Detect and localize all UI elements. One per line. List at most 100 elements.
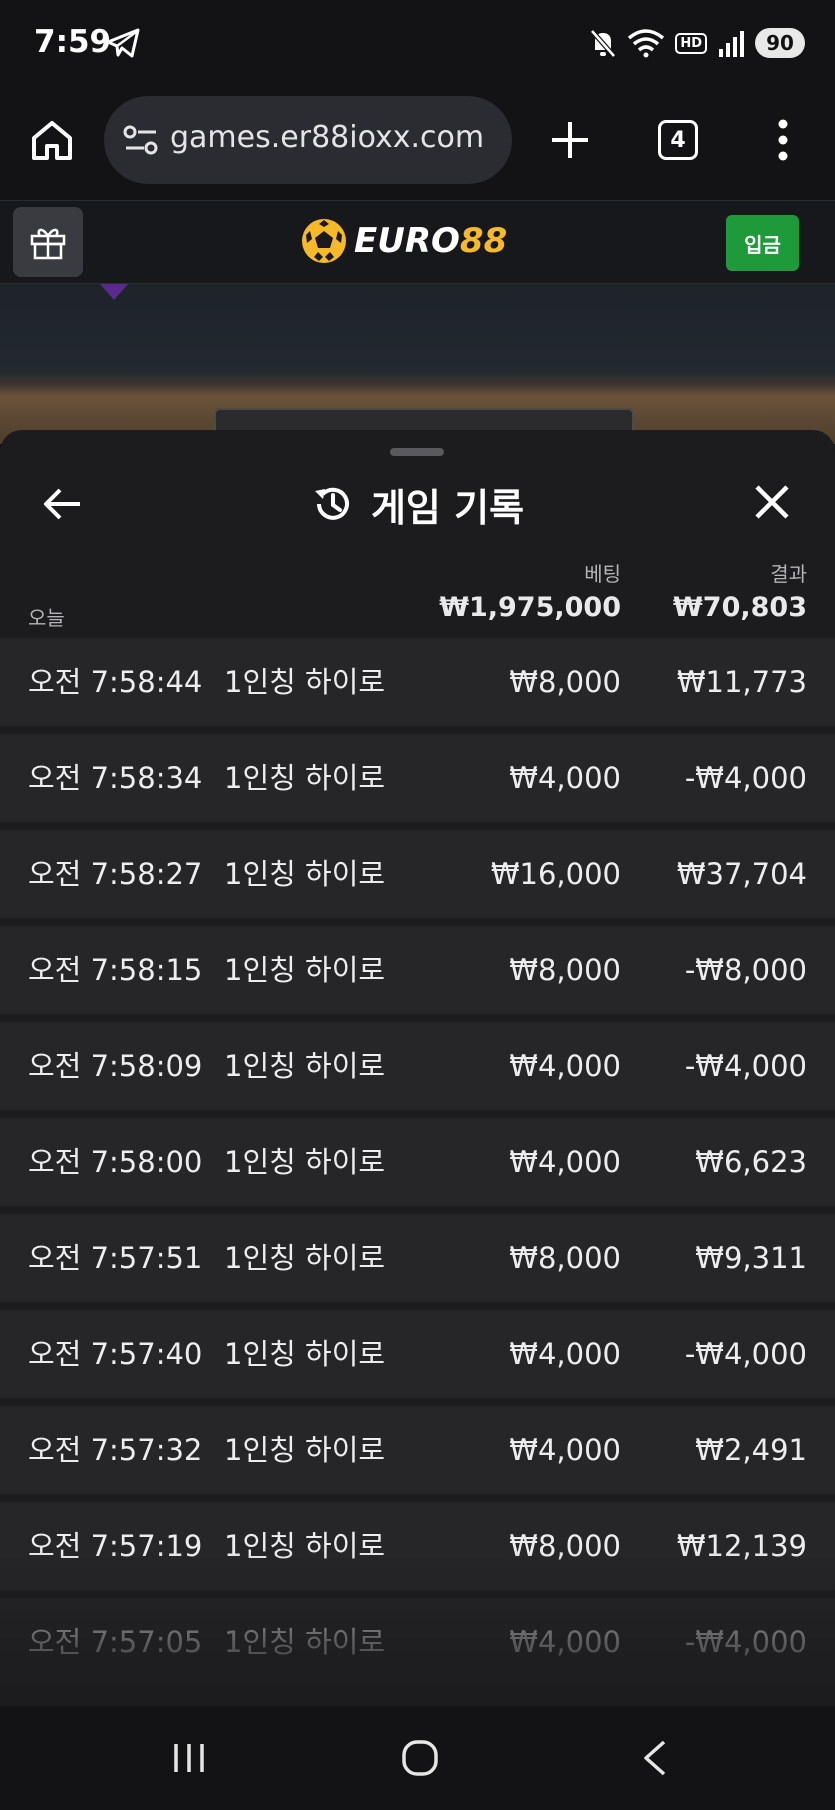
row-time: 오전 7:57:40: [28, 1337, 203, 1371]
column-label-result: 결과: [770, 562, 807, 586]
logo-text-euro: EURO: [354, 221, 460, 261]
row-time: 오전 7:58:15: [28, 953, 203, 987]
row-result: ₩12,139: [676, 1529, 807, 1563]
address-bar[interactable]: games.er88ioxx.com: [104, 96, 512, 184]
row-result: -₩4,000: [684, 1337, 807, 1371]
row-result: -₩8,000: [684, 953, 807, 987]
gift-button[interactable]: [13, 207, 83, 277]
status-icons: HD 90: [589, 26, 805, 60]
deposit-button[interactable]: 입금: [726, 215, 799, 271]
status-time: 7:59: [34, 24, 112, 60]
row-bet: ₩4,000: [509, 1337, 621, 1371]
logo-text-88: 88: [459, 221, 508, 261]
row-time: 오전 7:58:44: [28, 665, 203, 699]
close-icon[interactable]: [752, 482, 792, 522]
row-game: 1인칭 하이로: [224, 665, 386, 699]
history-row[interactable]: 오전 7:57:05 1인칭 하이로 ₩4,000 -₩4,000: [0, 1598, 835, 1686]
row-bet: ₩4,000: [509, 1625, 621, 1659]
row-game: 1인칭 하이로: [224, 1337, 386, 1371]
row-result: ₩11,773: [676, 665, 807, 699]
row-bet: ₩8,000: [509, 953, 621, 987]
url-text[interactable]: games.er88ioxx.com: [170, 120, 484, 155]
row-game: 1인칭 하이로: [224, 1625, 386, 1659]
sheet-header: 게임 기록: [0, 476, 835, 532]
hd-badge: HD: [675, 32, 707, 54]
battery-indicator: 90: [755, 28, 805, 58]
history-row[interactable]: 오전 7:58:44 1인칭 하이로 ₩8,000 ₩11,773: [0, 638, 835, 726]
nav-home-icon[interactable]: [400, 1738, 440, 1778]
telegram-icon: [106, 28, 140, 58]
screen: 7:59 HD 90 games.er88ioxx.com 4 EURO88 입…: [0, 0, 835, 1810]
row-bet: ₩8,000: [509, 1241, 621, 1275]
site-header: EURO88 입금: [0, 200, 835, 284]
row-time: 오전 7:57:19: [28, 1529, 203, 1563]
logo-text: EURO88: [354, 221, 507, 261]
row-result: ₩37,704: [676, 857, 807, 891]
browser-toolbar: games.er88ioxx.com 4: [0, 88, 835, 200]
column-label-bet: 베팅: [584, 562, 621, 586]
site-logo[interactable]: EURO88: [300, 213, 507, 269]
row-bet: ₩4,000: [509, 761, 621, 795]
drag-handle[interactable]: [390, 448, 444, 456]
row-bet: ₩4,000: [509, 1049, 621, 1083]
today-label: 오늘: [28, 606, 65, 630]
row-result: -₩4,000: [684, 1625, 807, 1659]
row-result: ₩6,623: [695, 1145, 807, 1179]
row-result: ₩2,491: [695, 1433, 807, 1467]
history-row[interactable]: 오전 7:57:51 1인칭 하이로 ₩8,000 ₩9,311: [0, 1214, 835, 1302]
row-bet: ₩8,000: [509, 1529, 621, 1563]
total-bet: ₩1,975,000: [439, 592, 621, 623]
history-row[interactable]: 오전 7:58:34 1인칭 하이로 ₩4,000 -₩4,000: [0, 734, 835, 822]
status-bar: 7:59 HD 90: [0, 0, 835, 88]
soccer-ball-icon: [302, 219, 346, 263]
row-game: 1인칭 하이로: [224, 1145, 386, 1179]
mute-icon: [590, 29, 617, 58]
system-nav-bar: [0, 1706, 835, 1810]
row-game: 1인칭 하이로: [224, 761, 386, 795]
history-row[interactable]: 오전 7:57:40 1인칭 하이로 ₩4,000 -₩4,000: [0, 1310, 835, 1398]
tabs-icon[interactable]: 4: [658, 120, 698, 160]
game-background: [0, 284, 835, 448]
row-game: 1인칭 하이로: [224, 857, 386, 891]
summary-header: 베팅 결과 오늘 ₩1,975,000 ₩70,803: [0, 548, 835, 638]
recent-apps-icon[interactable]: [170, 1740, 208, 1776]
nav-back-icon[interactable]: [640, 1738, 670, 1778]
total-result: ₩70,803: [673, 592, 807, 623]
home-icon[interactable]: [28, 116, 76, 164]
row-time: 오전 7:58:34: [28, 761, 203, 795]
row-time: 오전 7:57:05: [28, 1625, 203, 1659]
row-time: 오전 7:57:51: [28, 1241, 203, 1275]
game-accent: [100, 284, 128, 300]
row-time: 오전 7:58:00: [28, 1145, 203, 1179]
row-game: 1인칭 하이로: [224, 1529, 386, 1563]
gift-icon: [30, 228, 66, 260]
history-row[interactable]: 오전 7:58:15 1인칭 하이로 ₩8,000 -₩8,000: [0, 926, 835, 1014]
tune-icon[interactable]: [122, 124, 160, 156]
history-row[interactable]: 오전 7:57:19 1인칭 하이로 ₩8,000 ₩12,139: [0, 1502, 835, 1590]
row-bet: ₩8,000: [509, 665, 621, 699]
row-time: 오전 7:58:27: [28, 857, 203, 891]
row-game: 1인칭 하이로: [224, 1049, 386, 1083]
wifi-icon: [628, 29, 665, 58]
history-icon: [314, 487, 349, 520]
more-vert-icon[interactable]: [768, 118, 798, 162]
plus-icon[interactable]: [548, 118, 592, 162]
row-result: -₩4,000: [684, 761, 807, 795]
history-row[interactable]: 오전 7:58:00 1인칭 하이로 ₩4,000 ₩6,623: [0, 1118, 835, 1206]
row-result: ₩9,311: [695, 1241, 807, 1275]
row-game: 1인칭 하이로: [224, 1241, 386, 1275]
row-result: -₩4,000: [684, 1049, 807, 1083]
signal-icon: [719, 31, 744, 57]
row-time: 오전 7:58:09: [28, 1049, 203, 1083]
row-bet: ₩16,000: [490, 857, 621, 891]
sheet-title: 게임 기록: [370, 485, 525, 530]
row-bet: ₩4,000: [509, 1145, 621, 1179]
game-history-sheet: 게임 기록 베팅 결과 오늘 ₩1,975,000 ₩70,803 오전 7:5…: [0, 430, 835, 1706]
history-row[interactable]: 오전 7:57:32 1인칭 하이로 ₩4,000 ₩2,491: [0, 1406, 835, 1494]
history-list: 오전 7:58:44 1인칭 하이로 ₩8,000 ₩11,773 오전 7:58:34…: [0, 638, 835, 1694]
row-time: 오전 7:57:32: [28, 1433, 203, 1467]
row-game: 1인칭 하이로: [224, 953, 386, 987]
row-game: 1인칭 하이로: [224, 1433, 386, 1467]
history-row[interactable]: 오전 7:58:27 1인칭 하이로 ₩16,000 ₩37,704: [0, 830, 835, 918]
history-row[interactable]: 오전 7:58:09 1인칭 하이로 ₩4,000 -₩4,000: [0, 1022, 835, 1110]
